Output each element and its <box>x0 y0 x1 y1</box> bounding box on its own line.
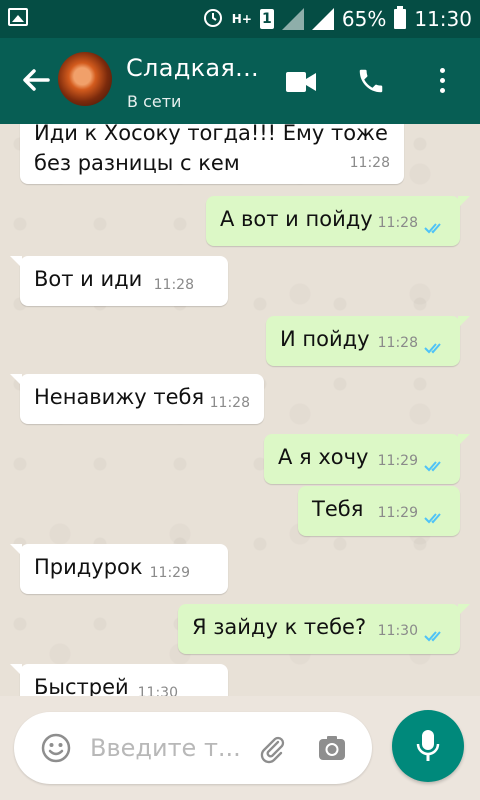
message-time: 11:30 <box>137 685 178 696</box>
message-text: И пойду <box>280 327 370 351</box>
message-text: Придурок <box>34 555 143 579</box>
message-time: 11:28 <box>377 335 418 351</box>
message-time: 11:29 <box>149 565 190 581</box>
back-arrow-icon[interactable] <box>20 64 52 96</box>
message-time: 11:28 <box>349 155 390 171</box>
message-time: 11:29 <box>377 505 418 521</box>
message-bubble[interactable]: Я зайду к тебе? 11:30 <box>178 604 470 654</box>
battery-percent: 65% <box>341 7 387 31</box>
mic-button[interactable] <box>392 710 464 782</box>
message-text: Я зайду к тебе? <box>192 615 367 639</box>
gallery-icon <box>8 8 28 26</box>
mic-icon <box>416 730 440 761</box>
network-type-label: H+ <box>231 12 252 26</box>
chat-header: Сладкая... В сети <box>0 38 480 124</box>
message-bubble[interactable]: Тебя 11:29 <box>298 486 460 536</box>
double-check-icon <box>424 513 441 524</box>
message-text: А я хочу <box>278 445 369 469</box>
double-check-icon <box>424 461 441 472</box>
message-list[interactable]: Иди к Хосоку тогда!!! Ему тоже без разни… <box>0 124 480 696</box>
message-text: А вот и пойду <box>220 207 373 231</box>
signal-icon <box>311 8 334 30</box>
emoji-icon[interactable] <box>40 732 72 764</box>
message-text: Тебя <box>312 497 364 521</box>
message-time: 11:30 <box>377 623 418 639</box>
message-bubble[interactable]: А я хочу 11:29 <box>264 434 470 484</box>
attach-icon[interactable] <box>256 732 288 764</box>
avatar[interactable] <box>58 52 112 106</box>
contact-name[interactable]: Сладкая... <box>126 54 259 82</box>
alarm-icon <box>202 6 224 33</box>
message-bubble[interactable]: А вот и пойду 11:28 <box>206 196 470 246</box>
message-bubble[interactable]: Вот и иди 11:28 <box>10 256 228 306</box>
message-time: 11:28 <box>377 215 418 231</box>
double-check-icon <box>424 343 441 354</box>
double-check-icon <box>424 223 441 234</box>
message-time: 11:28 <box>153 277 194 293</box>
message-time: 11:29 <box>377 453 418 469</box>
message-text: Быстрей <box>34 675 129 696</box>
message-bubble[interactable]: Придурок 11:29 <box>10 544 228 594</box>
signal-icon <box>281 8 304 30</box>
clock: 11:30 <box>414 7 472 31</box>
camera-icon[interactable] <box>316 732 348 764</box>
message-composer[interactable]: Введите т... <box>14 712 372 784</box>
more-vert-icon[interactable] <box>438 68 446 94</box>
phone-icon[interactable] <box>356 66 386 96</box>
double-check-icon <box>424 631 441 642</box>
presence-status: В сети <box>127 92 182 111</box>
message-text: Ненавижу тебя <box>34 385 205 409</box>
message-text: Иди к Хосоку тогда!!! Ему тоже без разни… <box>34 124 388 175</box>
video-call-icon[interactable] <box>286 72 316 92</box>
message-text: Вот и иди <box>34 267 143 291</box>
message-bubble[interactable]: Быстрей 11:30 <box>10 664 228 696</box>
status-bar: H+ 1 65% 11:30 <box>0 0 480 38</box>
message-bubble[interactable]: Иди к Хосоку тогда!!! Ему тоже без разни… <box>20 124 404 184</box>
message-bubble[interactable]: И пойду 11:28 <box>266 316 470 366</box>
message-bubble[interactable]: Ненавижу тебя 11:28 <box>10 374 264 424</box>
status-bar-right: H+ 1 65% 11:30 <box>202 0 472 38</box>
sim-indicator: 1 <box>259 9 274 29</box>
message-time: 11:28 <box>209 395 250 411</box>
battery-icon <box>394 6 407 29</box>
message-input[interactable]: Введите т... <box>90 734 241 762</box>
